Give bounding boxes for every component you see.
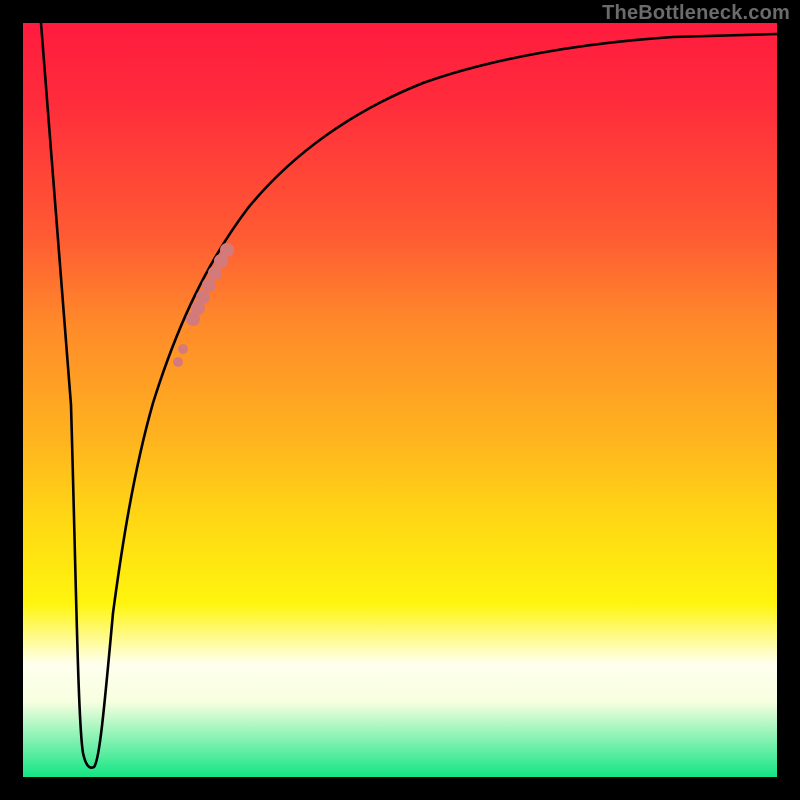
curve-marker-dot bbox=[202, 278, 216, 292]
chart-frame: TheBottleneck.com bbox=[0, 0, 800, 800]
chart-svg bbox=[23, 23, 777, 777]
curve-marker-dot bbox=[178, 344, 188, 354]
bottleneck-curve-path bbox=[41, 23, 777, 768]
curve-marker-dot bbox=[173, 357, 183, 367]
curve-marker-dot bbox=[196, 290, 210, 304]
curve-marker-dot bbox=[208, 266, 222, 280]
curve-marker-group bbox=[173, 243, 234, 367]
curve-marker-dot bbox=[220, 243, 234, 257]
chart-plot-area bbox=[23, 23, 777, 777]
attribution-label: TheBottleneck.com bbox=[602, 2, 790, 25]
